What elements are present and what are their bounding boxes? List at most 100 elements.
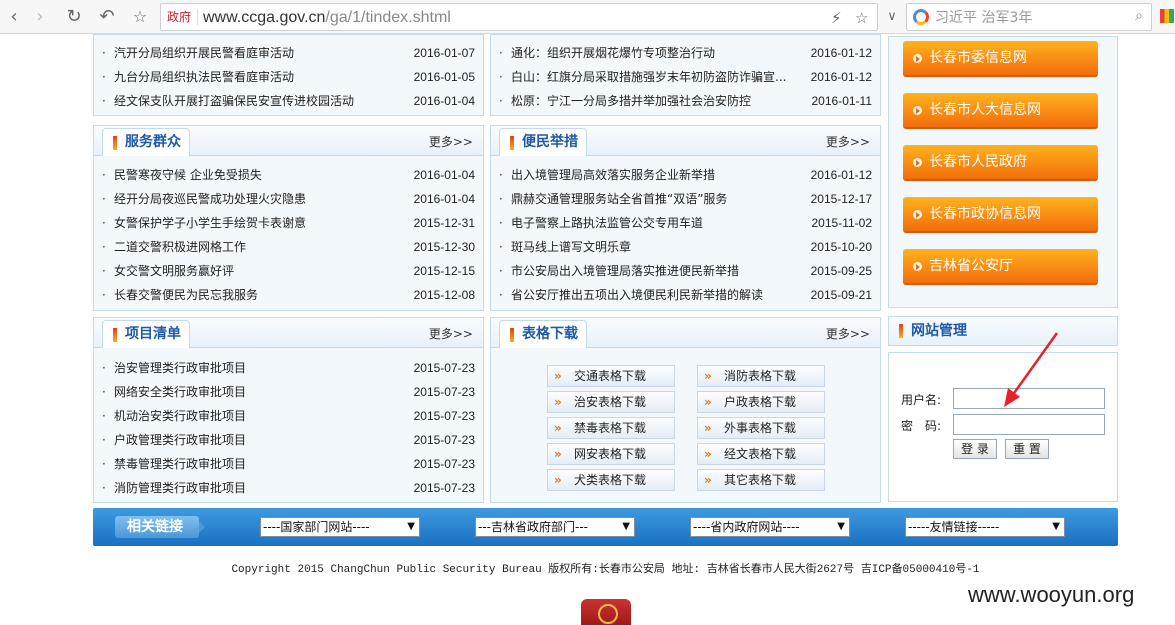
item-title[interactable]: 机动治安类行政审批项目 [114,404,246,428]
item-title[interactable]: 网络安全类行政审批项目 [114,380,246,404]
list-item[interactable]: · 网络安全类行政审批项目 2015-07-23 [94,380,483,404]
list-item[interactable]: · 白山：红旗分局采取措施强岁末年初防盗防诈骗宣... 2016-01-12 [491,65,880,89]
more-link[interactable]: 更多>> [826,325,870,342]
list-item[interactable]: · 经文保支队开展打盗骗保民安宣传进校园活动 2016-01-04 [94,89,483,113]
sidebar-link-provincial-police[interactable]: 吉林省公安厅 [903,249,1098,285]
download-label: 禁毒表格下载 [574,421,647,435]
item-date: 2015-12-30 [413,240,475,254]
item-title[interactable]: 九台分局组织执法民警看庭审活动 [114,65,294,89]
list-item[interactable]: · 禁毒管理类行政审批项目 2015-07-23 [94,452,483,476]
item-title[interactable]: 松原：宁江一分局多措并举加强社会治安防控 [511,89,751,113]
more-link[interactable]: 更多>> [826,133,870,150]
item-title[interactable]: 禁毒管理类行政审批项目 [114,452,246,476]
list-item[interactable]: · 长春交警便民为民忘我服务 2015-12-08 [94,283,483,307]
reload-icon[interactable]: ↻ [62,5,86,29]
browser-search-box[interactable]: ⌕ [906,3,1152,31]
item-title[interactable]: 市公安局出入境管理局落实推进便民新举措 [511,259,739,283]
double-arrow-icon: » [704,421,712,435]
list-item[interactable]: · 松原：宁江一分局多措并举加强社会治安防控 2016-01-11 [491,89,880,113]
undo-icon[interactable]: ↶ [95,5,119,29]
list-item[interactable]: · 户政管理类行政审批项目 2015-07-23 [94,428,483,452]
chevron-down-icon[interactable]: ∨ [880,5,904,29]
list-item[interactable]: · 省公安厅推出五项出入境便民利民新举措的解读 2015-09-21 [491,283,880,307]
search-icon[interactable]: ⌕ [1135,8,1143,24]
favorite-star-icon[interactable]: ☆ [855,8,868,28]
item-title[interactable]: 治安管理类行政审批项目 [114,356,246,380]
download-button-fire[interactable]: » 消防表格下载 [697,365,825,387]
sidebar-link-label: 长春市人民政府 [929,154,1027,170]
item-title[interactable]: 二道交警积极进网格工作 [114,235,246,259]
item-title[interactable]: 白山：红旗分局采取措施强岁末年初防盗防诈骗宣... [511,65,786,89]
lightning-icon[interactable]: ⚡ [831,8,842,28]
list-item[interactable]: · 出入境管理局高效落实服务企业新举措 2016-01-12 [491,163,880,187]
list-item[interactable]: · 消防管理类行政审批项目 2015-07-23 [94,476,483,500]
item-title[interactable]: 出入境管理局高效落实服务企业新举措 [511,163,715,187]
download-button-cyber[interactable]: » 网安表格下载 [547,443,675,465]
news-panel-left: · 汽开分局组织开展民警看庭审活动 2016-01-07 · 九台分局组织执法民警看庭… [93,34,484,116]
list-item[interactable]: · 经开分局夜巡民警成功处理火灾隐患 2016-01-04 [94,187,483,211]
more-link[interactable]: 更多>> [429,133,473,150]
list-item[interactable]: · 民警寒夜守候 企业免受损失 2016-01-04 [94,163,483,187]
list-item[interactable]: · 二道交警积极进网格工作 2015-12-30 [94,235,483,259]
list-item[interactable]: · 鼎赫交通管理服务站全省首推“双语”服务 2015-12-17 [491,187,880,211]
list-item[interactable]: · 汽开分局组织开展民警看庭审活动 2016-01-07 [94,41,483,65]
item-title[interactable]: 经文保支队开展打盗骗保民安宣传进校园活动 [114,89,354,113]
back-icon[interactable]: ‹ [2,5,26,29]
item-title[interactable]: 长春交警便民为民忘我服务 [114,283,258,307]
sidebar-link-label: 长春市人大信息网 [929,102,1041,118]
item-title[interactable]: 省公安厅推出五项出入境便民利民新举措的解读 [511,283,763,307]
search-engine-icon [913,9,929,25]
item-title[interactable]: 女交警文明服务赢好评 [114,259,234,283]
browser-search-input[interactable] [935,7,1125,27]
item-title[interactable]: 经开分局夜巡民警成功处理火灾隐患 [114,187,306,211]
select-national-departments[interactable]: ----国家部门网站---- ▼ [260,517,420,537]
download-button-public-security[interactable]: » 治安表格下载 [547,391,675,413]
download-button-economic[interactable]: » 经文表格下载 [697,443,825,465]
download-button-foreign-affairs[interactable]: » 外事表格下载 [697,417,825,439]
item-title[interactable]: 消防管理类行政审批项目 [114,476,246,500]
list-item[interactable]: · 电子警察上路执法监管公交专用车道 2015-11-02 [491,211,880,235]
list-item[interactable]: · 通化：组织开展烟花爆竹专项整治行动 2016-01-12 [491,41,880,65]
item-title[interactable]: 斑马线上谱写文明乐章 [511,235,631,259]
select-jilin-departments[interactable]: ---吉林省政府部门--- ▼ [475,517,635,537]
service-list: · 民警寒夜守候 企业免受损失 2016-01-04 · 经开分局夜巡民警成功处理火灾… [94,163,483,307]
list-item[interactable]: · 治安管理类行政审批项目 2015-07-23 [94,356,483,380]
list-item[interactable]: · 机动治安类行政审批项目 2015-07-23 [94,404,483,428]
item-title[interactable]: 通化：组织开展烟花爆竹专项整治行动 [511,41,715,65]
item-date: 2015-07-23 [413,457,475,471]
download-button-other[interactable]: » 其它表格下载 [697,469,825,491]
reset-button[interactable]: 重 置 [1005,439,1049,459]
sidebar-link-party-committee[interactable]: 长春市委信息网 [903,41,1098,77]
item-date: 2015-10-20 [810,240,872,254]
download-button-traffic[interactable]: » 交通表格下载 [547,365,675,387]
apps-icon[interactable] [1160,9,1174,23]
select-provincial-sites[interactable]: ----省内政府网站---- ▼ [690,517,850,537]
list-item[interactable]: · 斑马线上谱写文明乐章 2015-10-20 [491,235,880,259]
list-item[interactable]: · 女交警文明服务赢好评 2015-12-15 [94,259,483,283]
list-item[interactable]: · 市公安局出入境管理局落实推进便民新举措 2015-09-25 [491,259,880,283]
download-button-narcotics[interactable]: » 禁毒表格下载 [547,417,675,439]
item-title[interactable]: 汽开分局组织开展民警看庭审活动 [114,41,294,65]
double-arrow-icon: » [704,369,712,383]
item-title[interactable]: 户政管理类行政审批项目 [114,428,246,452]
list-item[interactable]: · 女警保护学子小学生手绘贺卡表谢意 2015-12-31 [94,211,483,235]
more-link[interactable]: 更多>> [429,325,473,342]
bookmark-star-icon[interactable]: ☆ [128,5,152,29]
password-input[interactable] [953,414,1105,435]
item-title[interactable]: 电子警察上路执法监管公交专用车道 [511,211,703,235]
sidebar-link-government[interactable]: 长春市人民政府 [903,145,1098,181]
item-title[interactable]: 民警寒夜守候 企业免受损失 [114,163,262,187]
list-item[interactable]: · 九台分局组织执法民警看庭审活动 2016-01-05 [94,65,483,89]
forward-icon[interactable]: › [28,5,52,29]
sidebar-link-cppcc[interactable]: 长春市政协信息网 [903,197,1098,233]
download-button-dog[interactable]: » 犬类表格下载 [547,469,675,491]
item-title[interactable]: 女警保护学子小学生手绘贺卡表谢意 [114,211,306,235]
login-button[interactable]: 登 录 [953,439,997,459]
address-bar[interactable]: 政府 www.ccga.gov.cn/ga/1/tindex.shtml ⚡ ☆ [160,3,878,31]
address-url[interactable]: www.ccga.gov.cn/ga/1/tindex.shtml [203,8,451,28]
item-title[interactable]: 鼎赫交通管理服务站全省首推“双语”服务 [511,187,727,211]
username-input[interactable] [953,388,1105,409]
download-button-household[interactable]: » 户政表格下载 [697,391,825,413]
select-friendly-links[interactable]: -----友情链接----- ▼ [905,517,1065,537]
sidebar-link-npc[interactable]: 长春市人大信息网 [903,93,1098,129]
